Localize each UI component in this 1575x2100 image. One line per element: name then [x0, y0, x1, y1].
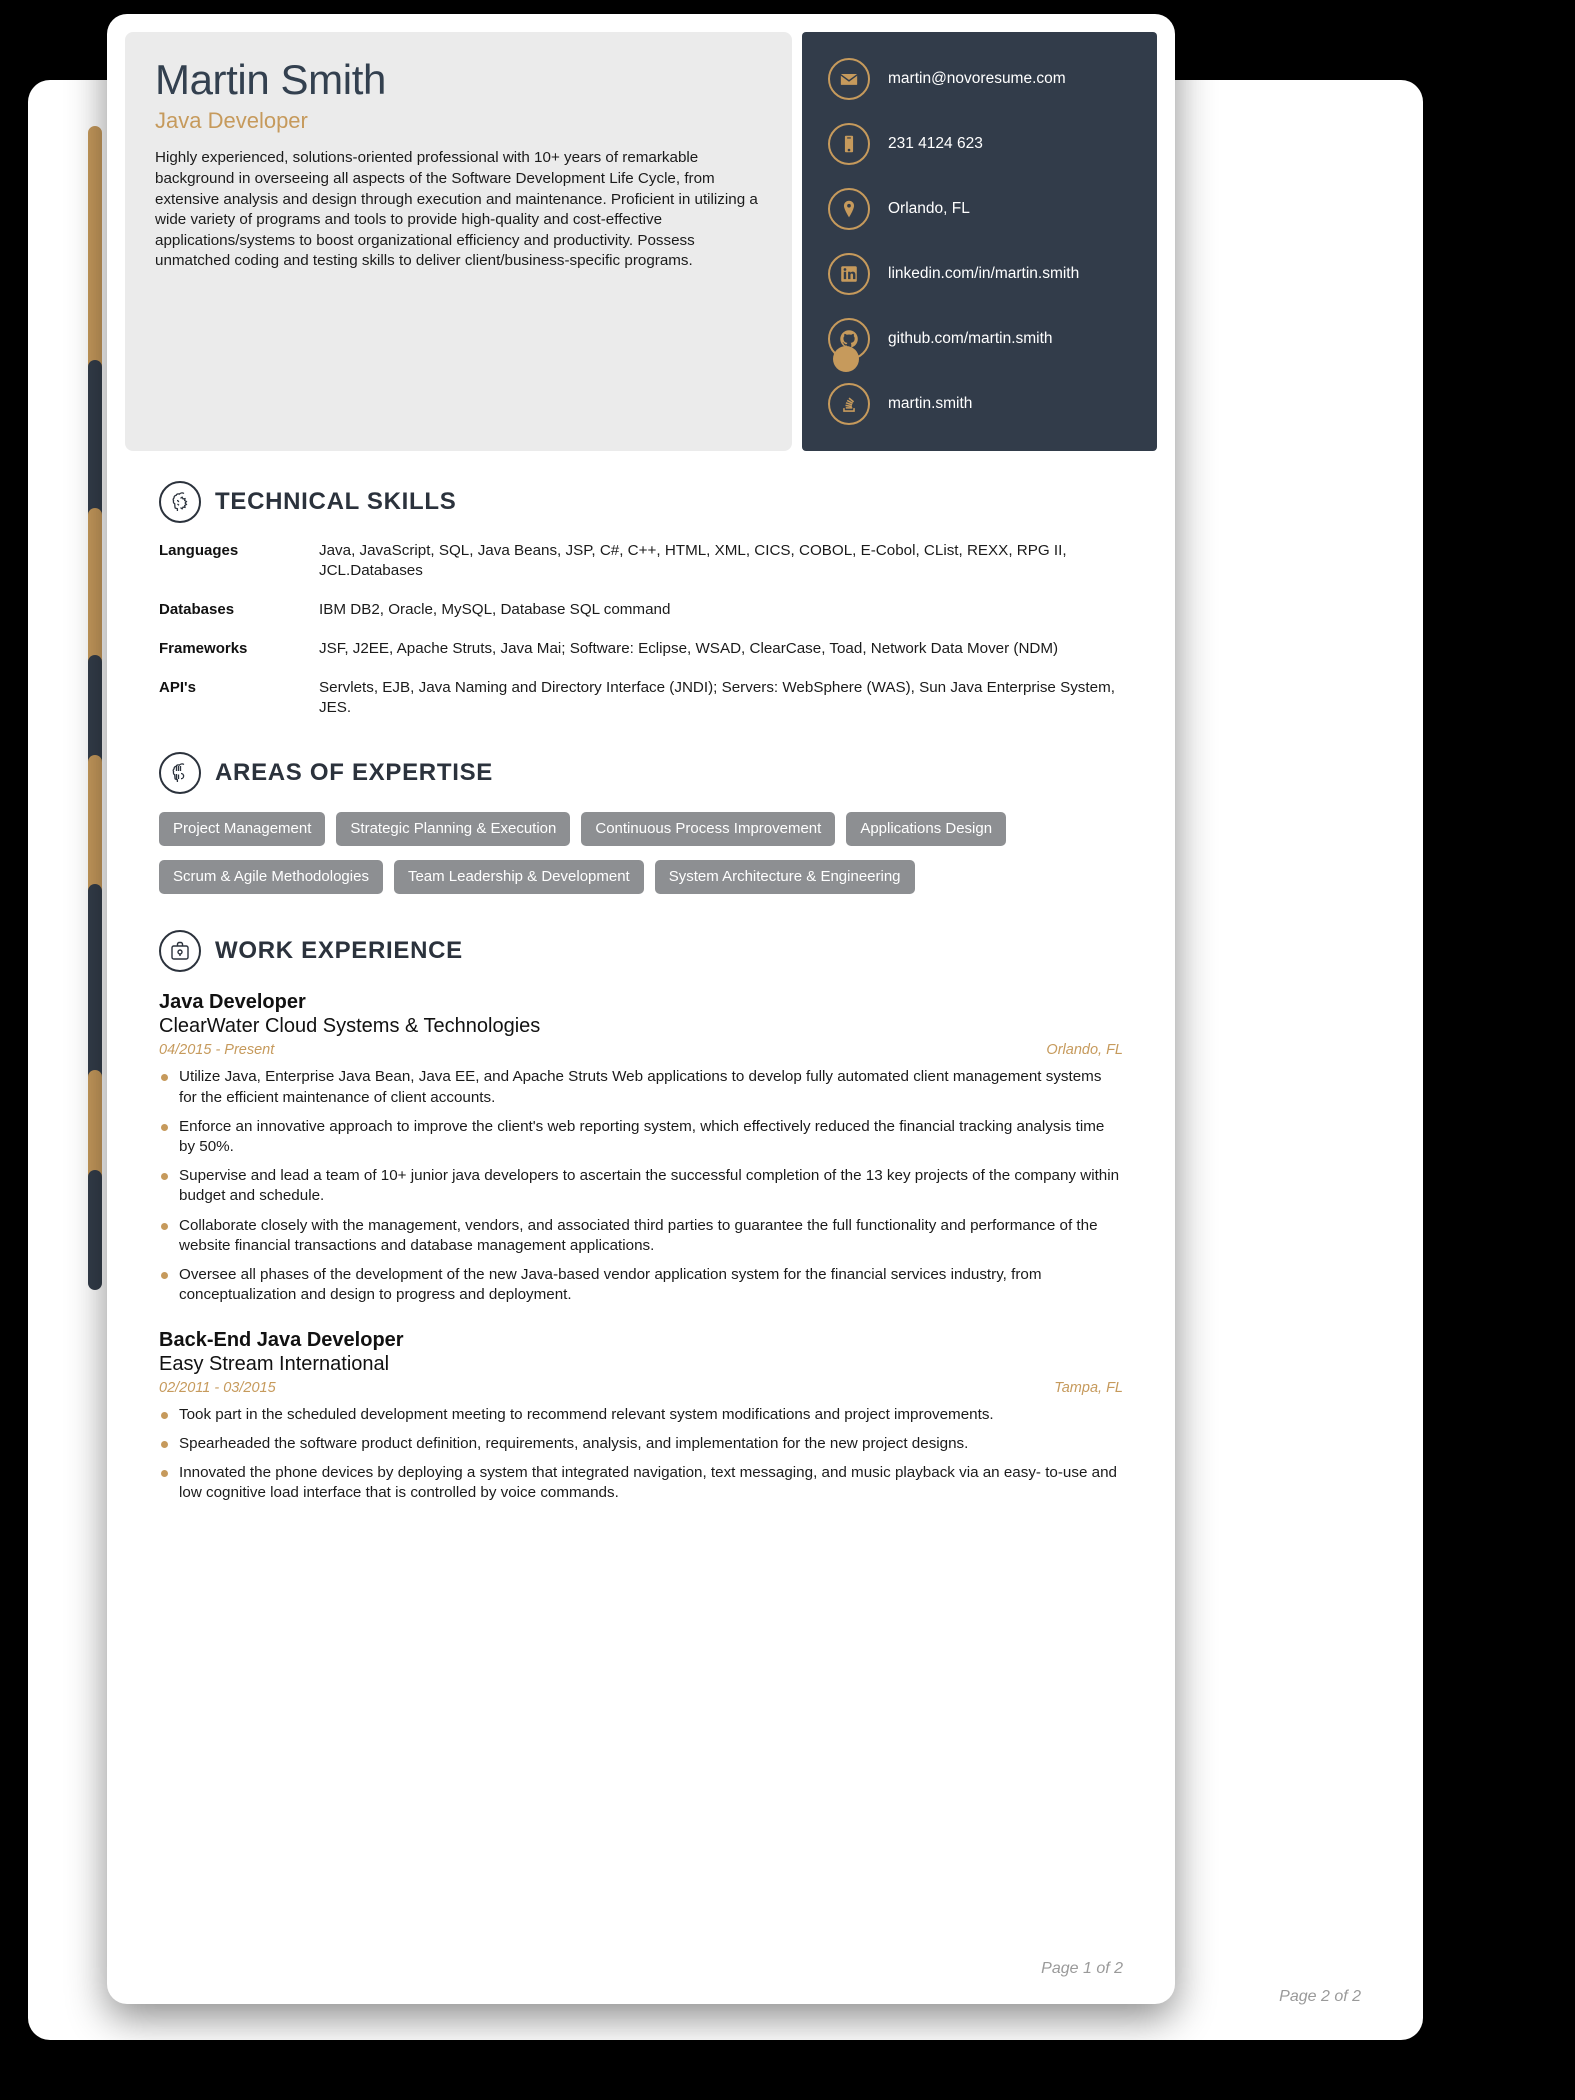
- list-item: Collaborate closely with the management,…: [159, 1216, 1123, 1256]
- skill-row-languages: Languages Java, JavaScript, SQL, Java Be…: [159, 541, 1123, 581]
- job-location: Orlando, FL: [1046, 1042, 1123, 1059]
- job-company: Easy Stream International: [159, 1352, 390, 1375]
- contact-row-location[interactable]: Orlando, FL: [828, 188, 1157, 230]
- section-technical-skills: TECHNICAL SKILLS Languages Java, JavaScr…: [159, 481, 1123, 718]
- list-item: Spearheaded the software product definit…: [159, 1434, 1123, 1454]
- expertise-tag[interactable]: Scrum & Agile Methodologies: [159, 860, 383, 895]
- section-rail: [88, 1169, 102, 1290]
- contact-panel: martin@novoresume.com 231 4124 623 Orlan…: [802, 32, 1157, 451]
- list-item: Took part in the scheduled development m…: [159, 1405, 1123, 1425]
- page-title: Martin Smith: [155, 56, 386, 103]
- list-item: Innovated the phone devices by deploying…: [159, 1463, 1123, 1503]
- skill-category-value: JSF, J2EE, Apache Struts, Java Mai; Soft…: [319, 640, 1059, 658]
- contact-row-stackoverflow[interactable]: martin.smith: [828, 383, 1157, 425]
- job-role: Back-End Java Developer: [159, 1328, 404, 1351]
- section-areas-of-expertise: AREAS OF EXPERTISE Project Management St…: [159, 752, 1123, 895]
- linkedin-icon: [828, 253, 870, 295]
- expertise-tag[interactable]: Continuous Process Improvement: [581, 812, 836, 847]
- expertise-tag-row-1: Project Management Strategic Planning & …: [159, 812, 1123, 847]
- contact-row-phone[interactable]: 231 4124 623: [828, 123, 1157, 165]
- expertise-tag[interactable]: Applications Design: [846, 812, 1007, 847]
- contact-email-value: martin@novoresume.com: [888, 70, 1066, 87]
- page-1-footer: Page 1 of 2: [1041, 1960, 1123, 1977]
- resume-page-1[interactable]: Martin Smith Java Developer Highly exper…: [107, 14, 1175, 2004]
- expertise-tag[interactable]: Strategic Planning & Execution: [336, 812, 571, 847]
- resume-body: TECHNICAL SKILLS Languages Java, JavaScr…: [107, 451, 1175, 1535]
- job-bullet-list: Took part in the scheduled development m…: [159, 1405, 1123, 1504]
- briefcase-icon: [159, 930, 201, 973]
- contact-linkedin-value: linkedin.com/in/martin.smith: [888, 265, 1080, 282]
- skill-row-frameworks: Frameworks JSF, J2EE, Apache Struts, Jav…: [159, 639, 1123, 659]
- expertise-tag[interactable]: Project Management: [159, 812, 326, 847]
- job-date: 04/2015 - Present: [159, 1042, 275, 1059]
- job-bullet-list: Utilize Java, Enterprise Java Bean, Java…: [159, 1067, 1123, 1305]
- job-meta: 04/2015 - Present Orlando, FL: [159, 1042, 1123, 1058]
- contact-location-value: Orlando, FL: [888, 200, 970, 217]
- job-role: Java Developer: [159, 991, 306, 1014]
- work-experience-item: Java Developer ClearWater Cloud Systems …: [159, 990, 1123, 1305]
- gears-head-icon: [159, 752, 201, 795]
- contact-github-value: github.com/martin.smith: [888, 330, 1053, 347]
- list-item: Supervise and lead a team of 10+ junior …: [159, 1166, 1123, 1206]
- work-experience-item: Back-End Java Developer Easy Stream Inte…: [159, 1328, 1123, 1504]
- job-title-subtitle: Java Developer: [155, 108, 308, 134]
- section-header: WORK EXPERIENCE: [159, 930, 1123, 973]
- contact-stackoverflow-value: martin.smith: [888, 395, 973, 412]
- skill-category-label: Frameworks: [159, 640, 248, 658]
- stackoverflow-icon: [828, 383, 870, 425]
- gold-accent-dot: [833, 346, 859, 372]
- skill-row-databases: Databases IBM DB2, Oracle, MySQL, Databa…: [159, 600, 1123, 620]
- job-location: Tampa, FL: [1054, 1379, 1123, 1396]
- expertise-tag[interactable]: System Architecture & Engineering: [654, 860, 915, 895]
- contact-row-email[interactable]: martin@novoresume.com: [828, 58, 1157, 100]
- job-date: 02/2011 - 03/2015: [159, 1379, 276, 1396]
- resume-header: Martin Smith Java Developer Highly exper…: [107, 14, 1175, 451]
- skill-category-value: Servlets, EJB, Java Naming and Directory…: [319, 679, 1115, 717]
- location-pin-icon: [828, 188, 870, 230]
- section-title: AREAS OF EXPERTISE: [215, 759, 493, 787]
- section-work-experience: WORK EXPERIENCE Java Developer ClearWate…: [159, 930, 1123, 1503]
- skill-category-value: Java, JavaScript, SQL, Java Beans, JSP, …: [319, 542, 1067, 580]
- job-meta: 02/2011 - 03/2015 Tampa, FL: [159, 1380, 1123, 1396]
- professional-summary: Highly experienced, solutions-oriented p…: [155, 149, 758, 270]
- section-title: TECHNICAL SKILLS: [215, 488, 457, 515]
- contact-phone-value: 231 4124 623: [888, 135, 983, 152]
- skill-category-label: Languages: [159, 542, 239, 559]
- section-header: AREAS OF EXPERTISE: [159, 752, 1123, 795]
- section-header: TECHNICAL SKILLS: [159, 481, 1123, 523]
- phone-icon: [828, 123, 870, 165]
- contact-row-github[interactable]: github.com/martin.smith: [828, 318, 1157, 360]
- section-title: WORK EXPERIENCE: [215, 937, 463, 965]
- screenshot-stage: Assi Swip 01/200 Aide othe Coo suc Prov …: [0, 0, 1575, 2100]
- list-item: Oversee all phases of the development of…: [159, 1265, 1123, 1305]
- brain-head-icon: [159, 481, 201, 523]
- list-item: Utilize Java, Enterprise Java Bean, Java…: [159, 1067, 1123, 1107]
- skill-category-label: API's: [159, 679, 196, 697]
- skill-category-label: Databases: [159, 601, 235, 619]
- list-item: Enforce an innovative approach to improv…: [159, 1117, 1123, 1157]
- skill-row-apis: API's Servlets, EJB, Java Naming and Dir…: [159, 678, 1123, 718]
- contact-row-linkedin[interactable]: linkedin.com/in/martin.smith: [828, 253, 1157, 295]
- expertise-tag-row-2: Scrum & Agile Methodologies Team Leaders…: [159, 860, 1123, 895]
- expertise-tag[interactable]: Team Leadership & Development: [393, 860, 644, 895]
- envelope-icon: [828, 58, 870, 100]
- skill-category-value: IBM DB2, Oracle, MySQL, Database SQL com…: [319, 601, 671, 619]
- job-company: ClearWater Cloud Systems & Technologies: [159, 1015, 541, 1038]
- summary-box: Martin Smith Java Developer Highly exper…: [125, 32, 792, 451]
